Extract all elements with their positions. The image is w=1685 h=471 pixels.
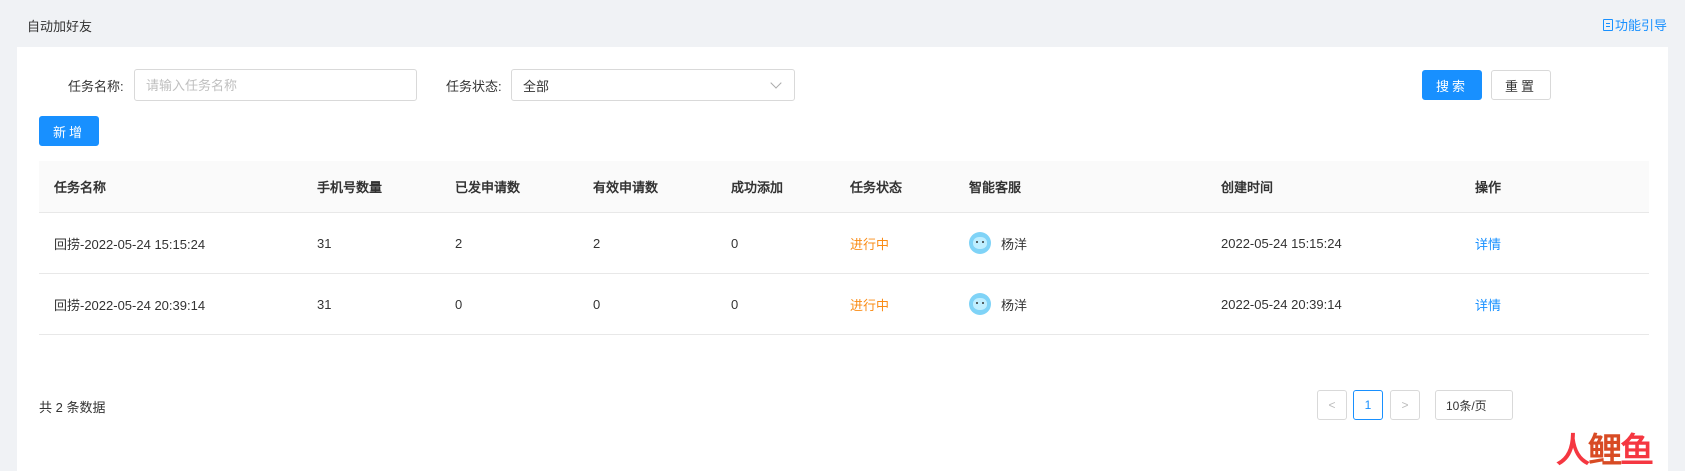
- task-name-cell: 回捞-2022-05-24 15:15:24: [54, 236, 206, 252]
- table-row: 回捞-2022-05-24 20:39:14 31 0 0 0 进行中 杨洋 2…: [39, 274, 1649, 335]
- avatar: [969, 232, 991, 254]
- task-name-label: 任务名称:: [68, 79, 124, 94]
- column-header: 有效申请数: [593, 180, 659, 195]
- table-header: 任务名称 手机号数量 已发申请数 有效申请数 成功添加 任务状态 智能客服 创建…: [39, 161, 1649, 213]
- phone-count-cell: 31: [317, 296, 332, 312]
- avatar: [969, 293, 991, 315]
- page-title: 自动加好友: [27, 19, 93, 34]
- column-header: 操作: [1475, 180, 1502, 195]
- prev-page-button[interactable]: <: [1317, 390, 1347, 420]
- details-link[interactable]: 详情: [1475, 213, 1501, 273]
- column-header: 智能客服: [969, 180, 1022, 195]
- column-header: 任务状态: [850, 180, 903, 195]
- reset-button[interactable]: 重置: [1491, 70, 1551, 100]
- document-icon: [1602, 18, 1613, 31]
- task-status-value: 全部: [523, 78, 550, 94]
- content-panel: 任务名称: 任务状态: 全部 搜索 重置 新增 任务名称 手机号数量 已发申请数…: [17, 47, 1668, 471]
- valid-count-cell: 0: [593, 296, 601, 312]
- add-button[interactable]: 新增: [39, 116, 99, 146]
- details-link[interactable]: 详情: [1475, 274, 1501, 334]
- agent-cell: 杨洋: [969, 213, 1027, 273]
- status-cell: 进行中: [850, 297, 890, 313]
- column-header: 任务名称: [54, 180, 107, 195]
- added-count-cell: 0: [731, 296, 739, 312]
- agent-name: 杨洋: [1001, 236, 1028, 252]
- phone-count-cell: 31: [317, 235, 332, 251]
- column-header: 创建时间: [1221, 180, 1274, 195]
- created-time-cell: 2022-05-24 20:39:14: [1221, 296, 1342, 312]
- top-bar: 自动加好友 功能引导: [0, 0, 1685, 47]
- sent-count-cell: 0: [455, 296, 463, 312]
- page-size-select[interactable]: 10条/页: [1435, 390, 1513, 420]
- watermark-logo: 人鲤鱼: [1556, 432, 1654, 470]
- task-name-input[interactable]: [134, 69, 417, 101]
- next-page-button[interactable]: >: [1390, 390, 1420, 420]
- chevron-down-icon: [770, 77, 782, 89]
- feature-guide-link[interactable]: 功能引导: [1602, 15, 1667, 34]
- agent-cell: 杨洋: [969, 274, 1027, 334]
- column-header: 成功添加: [731, 180, 784, 195]
- task-status-select[interactable]: 全部: [511, 69, 795, 101]
- task-name-cell: 回捞-2022-05-24 20:39:14: [54, 297, 206, 313]
- column-header: 已发申请数: [455, 180, 521, 195]
- agent-name: 杨洋: [1001, 297, 1028, 313]
- total-count: 共 2 条数据: [39, 400, 106, 415]
- created-time-cell: 2022-05-24 15:15:24: [1221, 235, 1342, 251]
- task-table: 任务名称 手机号数量 已发申请数 有效申请数 成功添加 任务状态 智能客服 创建…: [39, 161, 1649, 335]
- sent-count-cell: 2: [455, 235, 463, 251]
- status-cell: 进行中: [850, 236, 890, 252]
- task-status-label: 任务状态:: [446, 79, 502, 94]
- page-1-button[interactable]: 1: [1353, 390, 1383, 420]
- search-button[interactable]: 搜索: [1422, 70, 1482, 100]
- valid-count-cell: 2: [593, 235, 601, 251]
- table-row: 回捞-2022-05-24 15:15:24 31 2 2 0 进行中 杨洋 2…: [39, 213, 1649, 274]
- column-header: 手机号数量: [317, 180, 383, 195]
- feature-guide-label: 功能引导: [1614, 18, 1667, 33]
- added-count-cell: 0: [731, 235, 739, 251]
